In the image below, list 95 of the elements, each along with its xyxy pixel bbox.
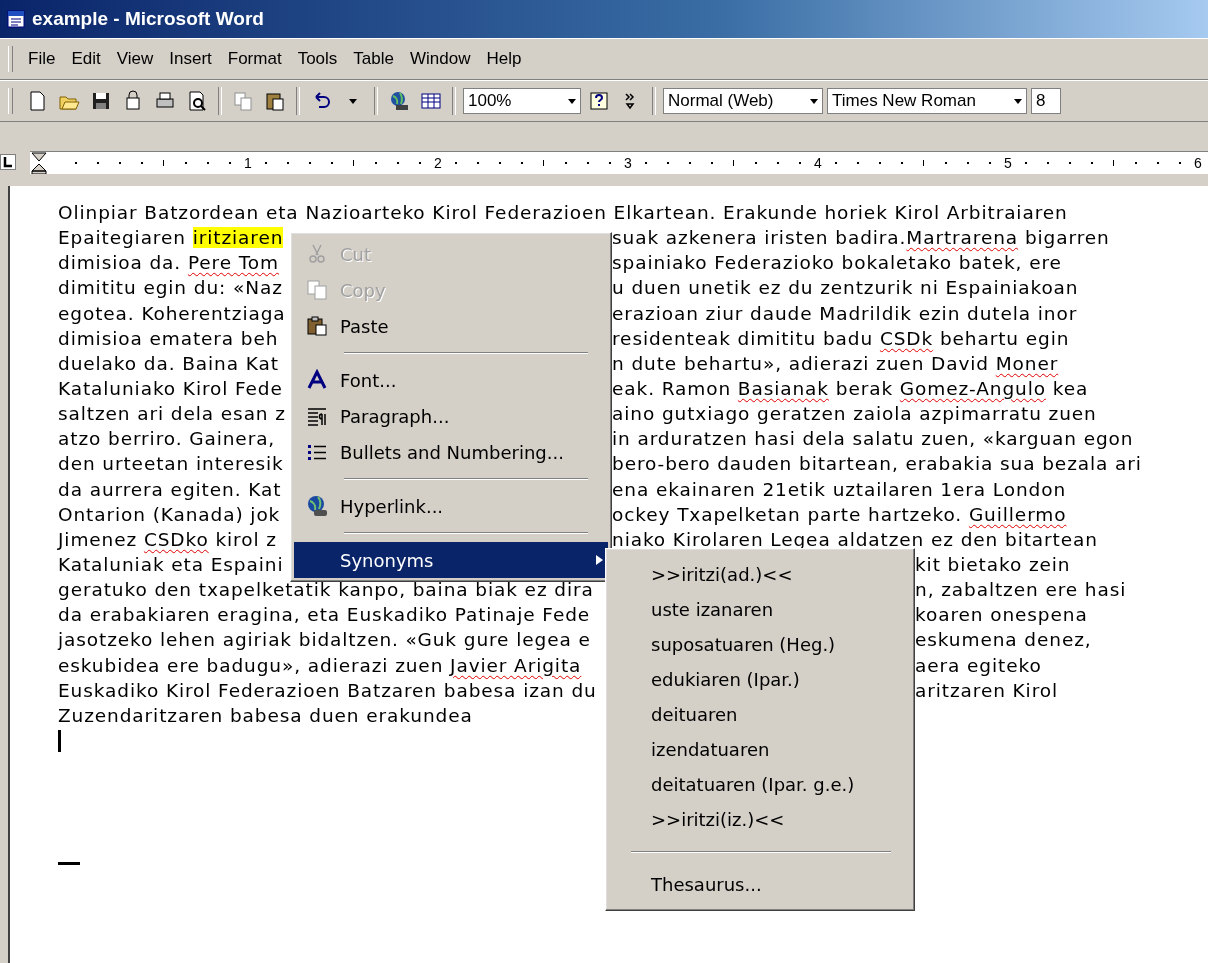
text-line: dimisioa ematera beh (58, 327, 279, 349)
menu-item[interactable]: Format (220, 46, 289, 72)
text-line: Euskadiko Kirol Federazioen Batzaren babesa izan du (58, 679, 597, 701)
text-line: koaren onespena (915, 604, 1088, 626)
print-preview-icon[interactable] (186, 90, 208, 112)
ruler-number: 4 (813, 154, 823, 171)
app-icon (6, 9, 26, 29)
menu-item[interactable]: Insert (162, 46, 219, 72)
indent-marker-icon (30, 151, 48, 174)
ruler-number: 6 (1193, 154, 1203, 171)
menu-item[interactable]: edukiaren (Ipar.) (609, 662, 911, 697)
text-line: aritzaren Kirol (915, 679, 1058, 701)
menu-item[interactable]: Thesaurus... (609, 867, 911, 902)
globe-icon[interactable] (388, 90, 410, 112)
text-line: erazioan ziur daude Madrildik ezin dutela inor (612, 302, 1078, 324)
text-line: Kataluniak eta Espaini (58, 553, 284, 575)
text-line: kit bietako zein (915, 553, 1071, 575)
menu-item[interactable]: Paste (294, 308, 608, 344)
text-line: Olinpiar Batzordean eta Nazioarteko Kirol Federazioen Elkartean. Erakunde horiek Kirol Arbitraiaren (58, 201, 1068, 225)
text-line: egotea. Koherentziaga (58, 302, 286, 324)
dropdown-arrow-icon (1014, 98, 1022, 104)
text-line: geratuko den txapelketatik kanpo, baina biak ez dira (58, 579, 594, 601)
table-icon[interactable] (420, 90, 442, 112)
tab-stop-icon (0, 154, 16, 170)
text-line: ena ekainaren 21etik uztailaren 1era London (612, 478, 1067, 500)
text-line: ockey Txapelketan parte hartzeko. Guillermo (612, 503, 1067, 525)
menu-item[interactable]: Table (346, 46, 401, 72)
paste-icon[interactable] (264, 90, 286, 112)
menu-item[interactable]: Tools (290, 46, 345, 72)
menu-item[interactable]: File (21, 46, 63, 72)
ruler-number: 3 (623, 154, 633, 171)
text-line: eskumena denez, (915, 629, 1092, 651)
text-line: eak. Ramon Basianak berak Gomez-Angulo kea (612, 378, 1089, 399)
menu-item[interactable]: uste izanaren (609, 592, 911, 627)
dropdown-arrow-icon (568, 98, 576, 104)
menu-item[interactable]: Hyperlink... (294, 488, 608, 524)
text-line: Ontarion (Kanada) jok (58, 503, 281, 525)
text-line: aera egiteko (915, 654, 1042, 676)
window-title: example - Microsoft Word (32, 8, 264, 30)
dropdown-arrow-icon (810, 98, 818, 104)
text-line: suak azkenera iristen badira.Martrarena bigarren (612, 227, 1110, 249)
scissors-icon (306, 243, 328, 265)
end-of-document-mark (58, 861, 80, 865)
menu-item[interactable]: Edit (64, 46, 108, 72)
ruler-number: 2 (433, 154, 443, 171)
menu-item[interactable]: Paragraph... (294, 398, 608, 434)
ruler-number: 1 (243, 154, 253, 171)
menu-item[interactable]: deituaren (609, 697, 911, 732)
menu-item[interactable]: Font... (294, 362, 608, 398)
menu-item[interactable]: deitatuaren (Ipar. g.e.) (609, 767, 911, 802)
menu-item[interactable]: Help (479, 46, 529, 72)
text-line: dimisioa da. Pere Tom (58, 252, 279, 274)
menu-item[interactable]: izendatuaren (609, 732, 911, 767)
text-line: dimititu egin du: «Naz (58, 277, 283, 299)
text-cursor (58, 729, 61, 752)
menu-item[interactable]: >>iritzi(iz.)<< (609, 802, 911, 837)
text-line: den urteetan interesik (58, 453, 284, 475)
text-line: jasotzeko lehen agiriak bidaltzen. «Guk gure legea e (58, 629, 591, 651)
menu-item[interactable]: suposatuaren (Heg.) (609, 627, 911, 662)
zoom-combo[interactable]: 100% (463, 88, 581, 114)
text-line: spainiako Federazioko bokaletako batek, ere (612, 252, 1062, 274)
save-icon[interactable] (90, 90, 112, 112)
copy-icon (306, 279, 328, 301)
text-line: duelako da. Baina Kat (58, 352, 279, 374)
text-line: Kataluniako Kirol Fede (58, 378, 283, 399)
text-line: in arduratzen hasi dela salatu zuen, «karguan egon (612, 428, 1134, 450)
text-line: residenteak dimititu badu CSDk behartu egin (612, 327, 1070, 349)
text-line: Zuzendaritzaren babesa duen erakundea (58, 703, 473, 728)
menu-item[interactable]: Synonyms (294, 542, 608, 578)
text-line: niako Kirolaren Legea aldatzen ez den bitartean (612, 528, 1098, 550)
text-line: eskubidea ere badugu», adierazi zuen Javier Arigita (58, 654, 582, 676)
style-combo[interactable]: Normal (Web) (663, 88, 823, 114)
menu-item[interactable]: Window (402, 46, 478, 72)
menu-item[interactable]: Bullets and Numbering... (294, 434, 608, 470)
text-line: n dute behartu», adierazi zuen David Moner (612, 352, 1059, 374)
paragraph-icon (306, 405, 328, 427)
letter-shape-icon (306, 369, 328, 391)
text-line: da erabakiaren eragina, eta Euskadiko Patinaje Fede (58, 604, 591, 626)
font-size-combo[interactable]: 8 (1031, 88, 1061, 114)
text-line: n, zabaltzen ere hasi (915, 579, 1127, 601)
menu-item[interactable]: View (109, 46, 161, 72)
menu-item[interactable]: >>iritzi(ad.)<< (609, 557, 911, 592)
font-combo[interactable]: Times New Roman (827, 88, 1027, 114)
text-line: da aurrera egiten. Kat (58, 478, 282, 500)
help-icon[interactable] (588, 90, 610, 112)
text-line: u duen unetik ez du zentzurik ni Espainiakoan (612, 277, 1079, 299)
text-line: bero-bero dauden bitartean, erabakia sua bezala ari (612, 453, 1142, 475)
ruler-number: 5 (1003, 154, 1013, 171)
text-line: saltzen ari dela esan z (58, 403, 286, 425)
text-line: aino gutxiago geratzen zaiola azpimarratu zuen (612, 403, 1097, 425)
paste-icon (306, 315, 328, 337)
globe-icon (306, 495, 328, 517)
text-line: Epaitegiaren iritziaren (58, 227, 284, 249)
text-line: atzo berriro. Gainera, (58, 428, 276, 450)
text-line: Jimenez CSDko kirol z (58, 528, 277, 550)
